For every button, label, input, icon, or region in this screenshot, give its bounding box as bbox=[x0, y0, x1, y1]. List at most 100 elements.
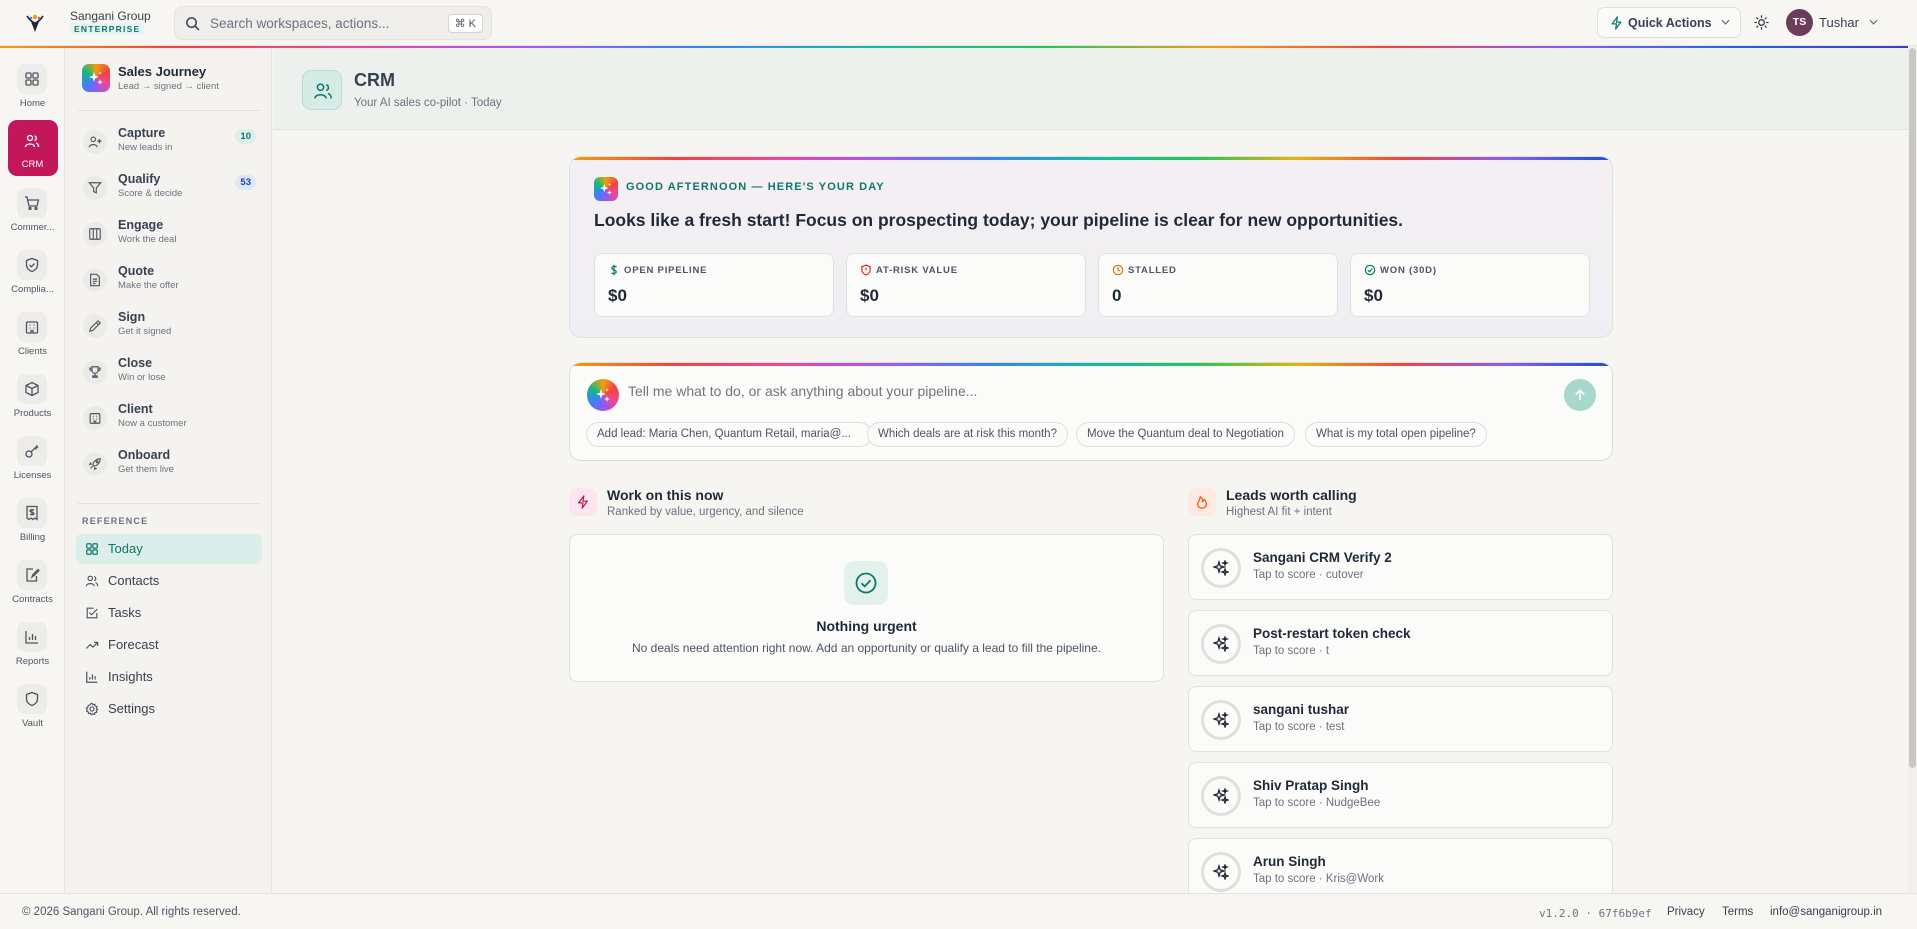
lead-name: Arun Singh bbox=[1253, 854, 1326, 869]
lead-subtitle: Tap to score · Kris@Work bbox=[1253, 873, 1384, 885]
building-icon bbox=[83, 406, 107, 430]
lead-card[interactable]: Post-restart token check Tap to score · … bbox=[1188, 610, 1613, 676]
filter-icon bbox=[83, 176, 107, 200]
avatar[interactable]: TS bbox=[1786, 9, 1813, 36]
rail-label: Vault bbox=[22, 718, 43, 729]
nav-forecast[interactable]: Forecast bbox=[76, 630, 262, 660]
rail-item-billing[interactable]: Billing bbox=[0, 482, 65, 543]
nav-insights[interactable]: Insights bbox=[76, 662, 262, 692]
metric-label: OPEN PIPELINE bbox=[624, 265, 708, 276]
chevron-down-icon bbox=[1721, 19, 1730, 25]
receipt-icon bbox=[17, 498, 47, 528]
rail-label: Billing bbox=[19, 532, 46, 543]
stage-onboard[interactable]: Onboard Get them live bbox=[66, 442, 272, 486]
sparkle-score-icon[interactable] bbox=[1201, 776, 1241, 816]
metric-stalled[interactable]: STALLED 0 bbox=[1098, 253, 1338, 317]
scrollbar[interactable] bbox=[1908, 46, 1917, 893]
suggestion-chip[interactable]: Move the Quantum deal to Negotiation bbox=[1076, 422, 1295, 447]
search-input[interactable]: Search workspaces, actions... bbox=[210, 16, 389, 31]
user-name[interactable]: Tushar bbox=[1819, 15, 1859, 30]
stage-engage[interactable]: Engage Work the deal bbox=[66, 212, 272, 256]
empty-state-card: Nothing urgent No deals need attention r… bbox=[569, 534, 1164, 682]
sparkle-score-icon[interactable] bbox=[1201, 624, 1241, 664]
version-label: v1.2.0 · 67f6b9ef bbox=[1539, 907, 1652, 920]
sparkle-score-icon[interactable] bbox=[1201, 852, 1241, 892]
lead-name: Shiv Pratap Singh bbox=[1253, 778, 1369, 793]
stage-close[interactable]: Close Win or lose bbox=[66, 350, 272, 394]
metric-at-risk-value[interactable]: AT-RISK VALUE $0 bbox=[846, 253, 1086, 317]
divider bbox=[78, 110, 260, 111]
suggestion-chip[interactable]: Which deals are at risk this month? bbox=[867, 422, 1068, 447]
trend-up-icon bbox=[85, 638, 99, 652]
count-badge: 10 bbox=[235, 129, 256, 144]
suggestion-chip[interactable]: What is my total open pipeline? bbox=[1305, 422, 1487, 447]
rail-item-contracts[interactable]: Contracts bbox=[0, 544, 65, 605]
send-button[interactable] bbox=[1564, 379, 1596, 411]
nav-label: Contacts bbox=[108, 573, 160, 588]
stage-subtitle: Get it signed bbox=[118, 326, 172, 337]
arrow-up-icon bbox=[1575, 389, 1585, 400]
footer: © 2026 Sangani Group. All rights reserve… bbox=[0, 893, 1917, 929]
bar-chart-icon bbox=[85, 670, 99, 684]
quick-actions-button[interactable]: Quick Actions bbox=[1597, 7, 1741, 38]
rail-item-crm[interactable]: CRM bbox=[0, 110, 65, 176]
rail-label: Products bbox=[13, 408, 52, 419]
nav-contacts[interactable]: Contacts bbox=[76, 566, 262, 596]
stage-subtitle: New leads in bbox=[118, 142, 173, 153]
nav-today[interactable]: Today bbox=[76, 534, 262, 564]
sun-icon[interactable] bbox=[1754, 15, 1769, 30]
sales-journey-sidebar: Sales Journey Lead → signed → client Cap… bbox=[66, 48, 272, 893]
suggestion-chip[interactable]: Add lead: Maria Chen, Quantum Retail, ma… bbox=[586, 422, 872, 447]
page-title: CRM bbox=[354, 70, 395, 90]
empty-state-text: No deals need attention right now. Add a… bbox=[632, 641, 1101, 655]
rail-label: Licenses bbox=[13, 470, 52, 481]
nav-settings[interactable]: Settings bbox=[76, 694, 262, 724]
metric-value: 0 bbox=[1112, 286, 1122, 305]
lead-card[interactable]: Sangani CRM Verify 2 Tap to score · cuto… bbox=[1188, 534, 1613, 600]
stage-name: Onboard bbox=[118, 448, 171, 462]
sangani-logo-icon[interactable] bbox=[24, 12, 46, 34]
rail-item-reports[interactable]: Reports bbox=[0, 606, 65, 667]
terms-link[interactable]: Terms bbox=[1722, 906, 1753, 918]
sparkle-logo-icon bbox=[587, 379, 619, 411]
stage-subtitle: Make the offer bbox=[118, 280, 179, 291]
rainbow-bar bbox=[570, 157, 1612, 160]
sparkle-score-icon[interactable] bbox=[1201, 548, 1241, 588]
lead-card[interactable]: sangani tushar Tap to score · test bbox=[1188, 686, 1613, 752]
nav-tasks[interactable]: Tasks bbox=[76, 598, 262, 628]
brand-tier-badge: ENTERPRISE bbox=[70, 23, 145, 35]
rail-item-licenses[interactable]: Licenses bbox=[0, 420, 65, 481]
building-icon bbox=[17, 312, 47, 342]
sparkle-logo-icon bbox=[594, 177, 618, 201]
search-bar[interactable]: Search workspaces, actions... ⌘ K bbox=[174, 6, 492, 40]
scrollbar-thumb[interactable] bbox=[1909, 48, 1916, 768]
email-link[interactable]: info@sanganigroup.in bbox=[1770, 906, 1882, 918]
chevron-down-icon[interactable] bbox=[1869, 19, 1878, 25]
stage-qualify[interactable]: Qualify Score & decide 53 bbox=[66, 166, 272, 210]
sparkle-score-icon[interactable] bbox=[1201, 700, 1241, 740]
rail-item-home[interactable]: Home bbox=[0, 48, 65, 109]
ai-prompt-card: Add lead: Maria Chen, Quantum Retail, ma… bbox=[569, 362, 1613, 461]
ai-prompt-input[interactable] bbox=[628, 383, 1528, 399]
rail-item-vault[interactable]: Vault bbox=[0, 668, 65, 729]
lead-card[interactable]: Shiv Pratap Singh Tap to score · NudgeBe… bbox=[1188, 762, 1613, 828]
copyright: © 2026 Sangani Group. All rights reserve… bbox=[22, 906, 241, 918]
lead-name: Sangani CRM Verify 2 bbox=[1253, 550, 1392, 565]
lead-subtitle: Tap to score · cutover bbox=[1253, 569, 1364, 581]
quick-actions-label: Quick Actions bbox=[1628, 16, 1712, 30]
lead-name: sangani tushar bbox=[1253, 702, 1350, 717]
stage-capture[interactable]: Capture New leads in 10 bbox=[66, 120, 272, 164]
rail-item-commerce[interactable]: Commer... bbox=[0, 172, 65, 233]
privacy-link[interactable]: Privacy bbox=[1667, 906, 1705, 918]
shield-check-icon bbox=[17, 250, 47, 280]
dollar-icon bbox=[608, 264, 620, 276]
rail-item-clients[interactable]: Clients bbox=[0, 296, 65, 357]
rail-label: Home bbox=[19, 98, 46, 109]
stage-client[interactable]: Client Now a customer bbox=[66, 396, 272, 440]
metric-open-pipeline[interactable]: OPEN PIPELINE $0 bbox=[594, 253, 834, 317]
stage-sign[interactable]: Sign Get it signed bbox=[66, 304, 272, 348]
rail-item-compliance[interactable]: Complia... bbox=[0, 234, 65, 295]
stage-quote[interactable]: Quote Make the offer bbox=[66, 258, 272, 302]
rail-item-products[interactable]: Products bbox=[0, 358, 65, 419]
metric-won-30d[interactable]: WON (30D) $0 bbox=[1350, 253, 1590, 317]
